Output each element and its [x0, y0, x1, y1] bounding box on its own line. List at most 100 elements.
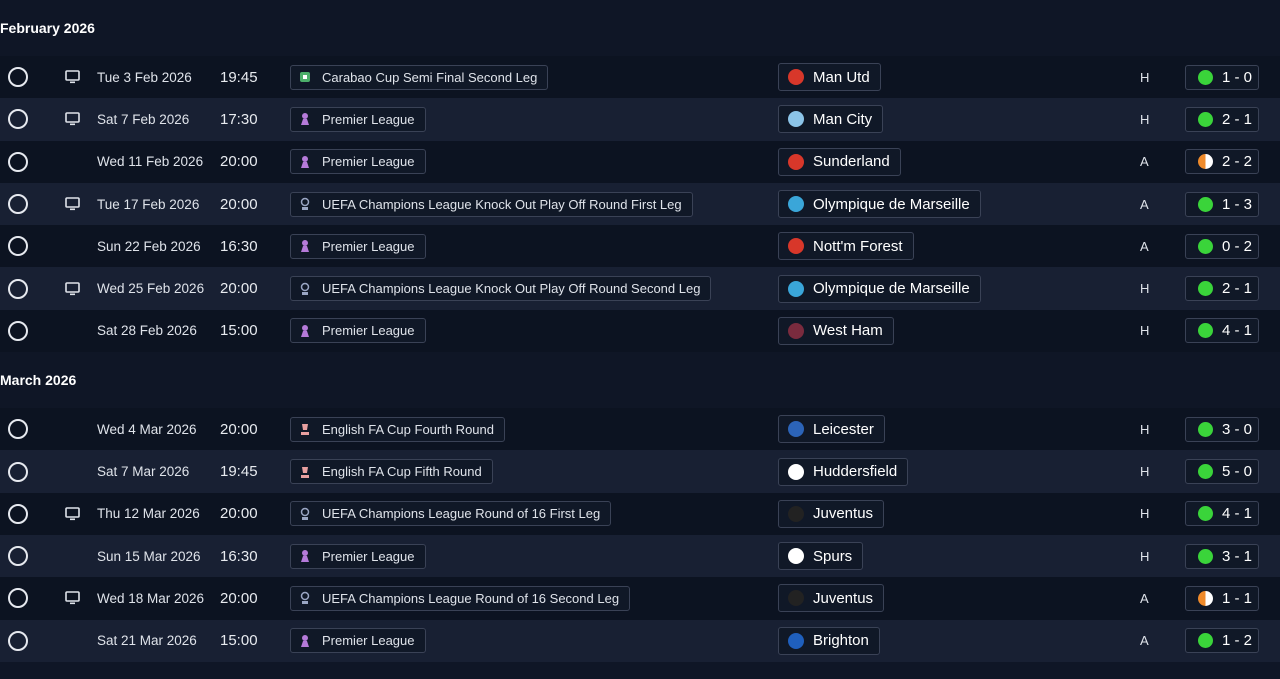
fixture-row[interactable]: Tue 17 Feb 2026 20:00 UEFA Champions Leagu… [0, 182, 1280, 226]
team-crest-icon [788, 505, 804, 522]
competition-badge[interactable]: UEFA Champions League Knock Out Play Off… [290, 191, 693, 217]
competition-badge[interactable]: Premier League [290, 543, 426, 569]
opponent-team[interactable]: Sunderland [778, 147, 901, 176]
result-indicator-icon [1198, 196, 1213, 212]
competition-badge[interactable]: English FA Cup Fifth Round [290, 459, 493, 485]
fixture-row[interactable]: Wed 11 Feb 2026 20:00 Premier League Sunder… [0, 140, 1280, 183]
fixture-time: 20:00 [220, 589, 258, 607]
fixture-row[interactable]: Sun 15 Mar 2026 16:30 Premier League Spurs H… [0, 534, 1280, 578]
premier-league-icon [298, 112, 312, 126]
team-crest-icon [788, 322, 804, 339]
result-badge[interactable]: 2 - 1 [1185, 106, 1259, 132]
fixture-row[interactable]: Wed 25 Feb 2026 20:00 UEFA Champions Leagu… [0, 267, 1280, 310]
result-badge[interactable]: 3 - 1 [1185, 543, 1259, 569]
score: 2 - 2 [1222, 153, 1253, 171]
opponent-team[interactable]: Man City [778, 105, 884, 134]
result-badge[interactable]: 1 - 2 [1185, 628, 1259, 654]
fixture-time: 16:30 [220, 547, 258, 565]
opponent-team[interactable]: Huddersfield [778, 457, 909, 486]
fixture-row[interactable]: Sat 7 Feb 2026 17:30 Premier League Man Cit… [0, 98, 1280, 141]
opponent-team[interactable]: Juventus [778, 584, 885, 613]
competition-badge[interactable]: Carabao Cup Semi Final Second Leg [290, 64, 549, 90]
result-badge[interactable]: 4 - 1 [1185, 501, 1259, 527]
venue: A [1140, 590, 1149, 606]
fixture-row[interactable]: Wed 4 Mar 2026 20:00 English FA Cup Fourth… [0, 408, 1280, 451]
select-circle-icon[interactable] [8, 630, 28, 651]
fixture-row[interactable]: Sun 22 Feb 2026 16:30 Premier League Nott'm… [0, 225, 1280, 268]
competition-badge[interactable]: UEFA Champions League Round of 16 Second… [290, 585, 631, 611]
fixture-time: 19:45 [220, 68, 258, 86]
fixture-time: 20:00 [220, 153, 258, 171]
result-badge[interactable]: 5 - 0 [1185, 459, 1259, 485]
fixture-row[interactable]: Sat 28 Feb 2026 15:00 Premier League West H… [0, 309, 1280, 353]
opponent-team[interactable]: Juventus [778, 499, 885, 528]
team-name: Juventus [813, 589, 874, 607]
opponent-team[interactable]: Brighton [778, 626, 880, 655]
score: 4 - 1 [1222, 322, 1253, 340]
competition-badge[interactable]: English FA Cup Fourth Round [290, 416, 505, 442]
result-badge[interactable]: 1 - 3 [1185, 191, 1259, 217]
venue: H [1140, 281, 1150, 297]
tv-icon [65, 112, 80, 126]
result-badge[interactable]: 2 - 1 [1185, 276, 1259, 302]
select-circle-icon[interactable] [8, 236, 28, 257]
score: 1 - 3 [1222, 195, 1253, 213]
opponent-team[interactable]: Leicester [778, 415, 885, 444]
result-badge[interactable]: 3 - 0 [1185, 416, 1259, 442]
competition-badge[interactable]: Premier League [290, 628, 426, 654]
opponent-team[interactable]: Olympique de Marseille [778, 274, 981, 303]
result-badge[interactable]: 1 - 1 [1185, 585, 1259, 611]
select-circle-icon[interactable] [8, 503, 28, 524]
select-circle-icon[interactable] [8, 278, 28, 299]
result-badge[interactable]: 0 - 2 [1185, 233, 1259, 259]
result-badge[interactable]: 1 - 0 [1185, 64, 1259, 90]
result-badge[interactable]: 2 - 2 [1185, 149, 1259, 175]
opponent-team[interactable]: Olympique de Marseille [778, 190, 981, 219]
fixture-date: Wed 4 Mar 2026 [97, 421, 197, 437]
competition-badge[interactable]: Premier League [290, 106, 426, 132]
competition-badge[interactable]: Premier League [290, 233, 426, 259]
select-circle-icon[interactable] [8, 320, 28, 341]
result-badge[interactable]: 4 - 1 [1185, 318, 1259, 344]
fa-cup-icon [298, 422, 312, 436]
score: 3 - 0 [1222, 420, 1253, 438]
competition-badge[interactable]: UEFA Champions League Knock Out Play Off… [290, 276, 712, 302]
fixture-time: 20:00 [220, 420, 258, 438]
venue: H [1140, 464, 1150, 480]
select-circle-icon[interactable] [8, 546, 28, 567]
team-crest-icon [788, 69, 804, 86]
opponent-team[interactable]: Man Utd [778, 63, 881, 92]
fixture-time: 17:30 [220, 110, 258, 128]
select-circle-icon[interactable] [8, 461, 28, 482]
select-circle-icon[interactable] [8, 194, 28, 215]
venue: A [1140, 154, 1149, 170]
competition-badge[interactable]: Premier League [290, 149, 426, 175]
fixture-row[interactable]: Tue 3 Feb 2026 19:45 Carabao Cup Semi Fina… [0, 56, 1280, 99]
select-circle-icon[interactable] [8, 67, 28, 88]
result-indicator-icon [1198, 590, 1213, 606]
select-circle-icon[interactable] [8, 419, 28, 440]
opponent-team[interactable]: Nott'm Forest [778, 232, 914, 261]
opponent-team[interactable]: Spurs [778, 542, 864, 571]
team-crest-icon [788, 548, 804, 565]
competition-name: Premier League [322, 548, 415, 564]
competition-badge[interactable]: Premier League [290, 318, 426, 344]
select-circle-icon[interactable] [8, 588, 28, 609]
opponent-team[interactable]: West Ham [778, 316, 894, 345]
fixture-time: 20:00 [220, 280, 258, 298]
select-circle-icon[interactable] [8, 109, 28, 130]
fixture-row[interactable]: Sat 7 Mar 2026 19:45 English FA Cup Fifth … [0, 450, 1280, 493]
fixture-row[interactable]: Sat 21 Mar 2026 15:00 Premier League Bright… [0, 619, 1280, 662]
fixture-date: Sun 15 Mar 2026 [97, 548, 201, 564]
fixture-time: 20:00 [220, 195, 258, 213]
competition-name: UEFA Champions League Round of 16 Second… [322, 590, 620, 606]
premier-league-icon [298, 634, 312, 648]
score: 1 - 1 [1222, 589, 1253, 607]
fixture-date: Tue 17 Feb 2026 [97, 196, 200, 212]
competition-badge[interactable]: UEFA Champions League Round of 16 First … [290, 501, 612, 527]
fixture-row[interactable]: Wed 18 Mar 2026 20:00 UEFA Champions Leagu… [0, 577, 1280, 620]
fixture-row[interactable]: Thu 12 Mar 2026 20:00 UEFA Champions Leagu… [0, 492, 1280, 535]
premier-league-icon [298, 549, 312, 563]
select-circle-icon[interactable] [8, 151, 28, 172]
team-crest-icon [788, 421, 804, 438]
